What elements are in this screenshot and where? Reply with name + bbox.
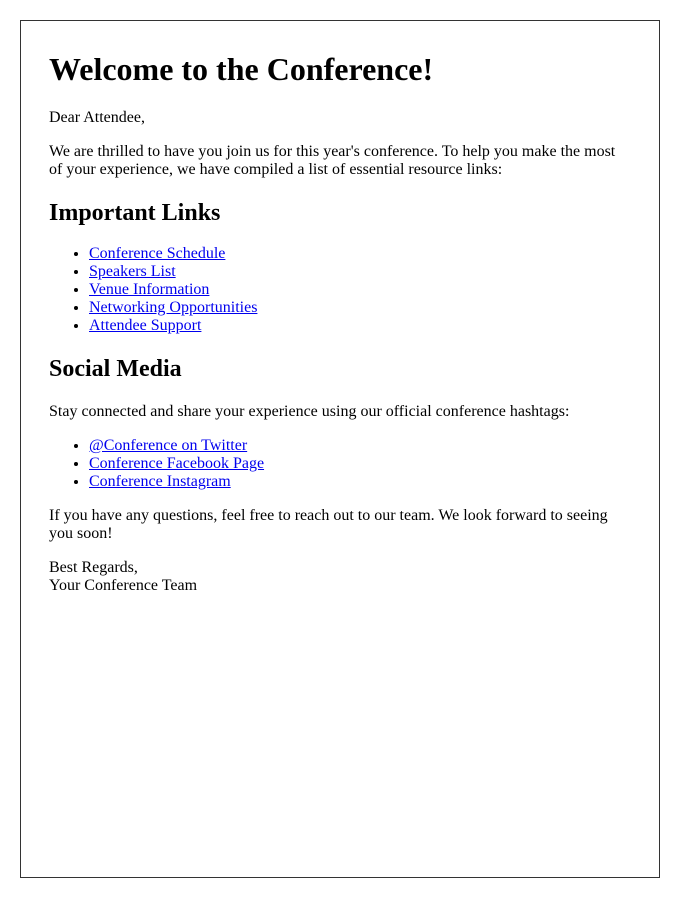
list-item: @Conference on Twitter [89,437,631,455]
page-title: Welcome to the Conference! [49,51,434,87]
link-speakers-list[interactable]: Speakers List [89,263,176,280]
social-media-list: @Conference on Twitter Conference Facebo… [49,437,631,491]
link-attendee-support[interactable]: Attendee Support [89,317,201,334]
closing-paragraph: If you have any questions, feel free to … [49,507,608,542]
link-instagram[interactable]: Conference Instagram [89,473,231,490]
signoff-text: Best Regards, [49,559,138,576]
list-item: Conference Schedule [89,245,631,263]
list-item: Conference Facebook Page [89,455,631,473]
list-item: Conference Instagram [89,473,631,491]
link-facebook[interactable]: Conference Facebook Page [89,455,264,472]
social-media-heading: Social Media [49,356,182,382]
greeting: Dear Attendee, [49,109,145,126]
list-item: Attendee Support [89,317,631,335]
link-venue-information[interactable]: Venue Information [89,281,209,298]
important-links-heading: Important Links [49,200,221,226]
intro-paragraph: We are thrilled to have you join us for … [49,143,616,178]
list-item: Networking Opportunities [89,299,631,317]
signoff: Best Regards, Your Conference Team [49,559,631,595]
signature: Your Conference Team [49,577,198,594]
list-item: Venue Information [89,281,631,299]
link-twitter[interactable]: @Conference on Twitter [89,437,247,454]
link-conference-schedule[interactable]: Conference Schedule [89,245,225,262]
list-item: Speakers List [89,263,631,281]
letter-container: Welcome to the Conference! Dear Attendee… [20,20,660,878]
important-links-list: Conference Schedule Speakers List Venue … [49,245,631,335]
link-networking-opportunities[interactable]: Networking Opportunities [89,299,257,316]
social-media-text: Stay connected and share your experience… [49,403,570,420]
